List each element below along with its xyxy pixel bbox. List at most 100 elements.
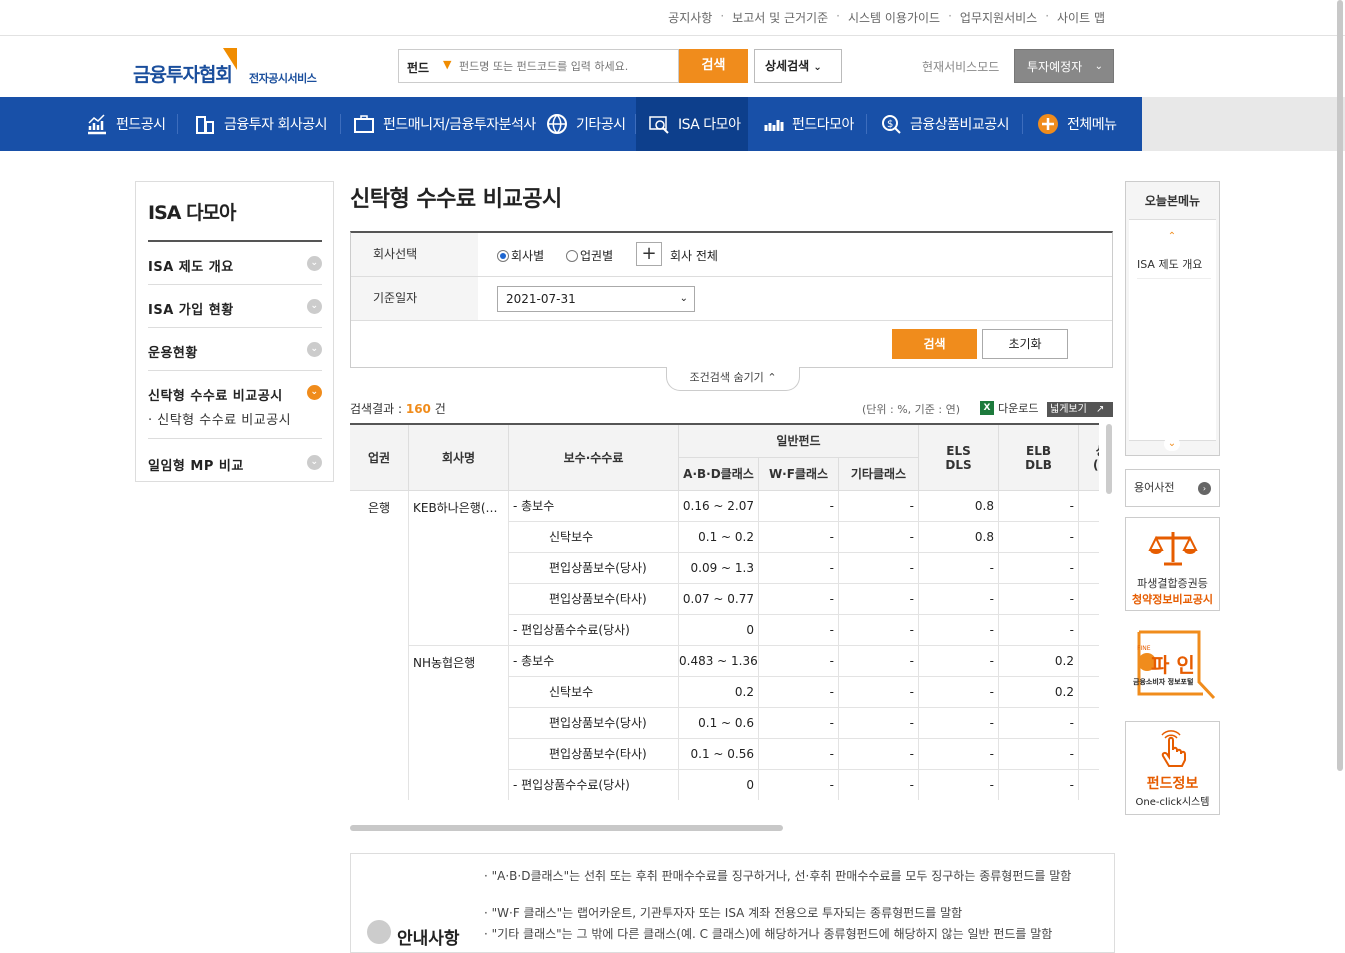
chevron-down-icon: ⌄ — [307, 299, 322, 314]
recent-menu-item[interactable]: ISA 제도 개요 — [1137, 256, 1211, 279]
chevron-down-icon: ⌄ — [679, 293, 688, 304]
cell-value-els: - — [919, 615, 999, 646]
search-category-select[interactable]: 펀드 — [407, 59, 429, 76]
search-input[interactable] — [459, 56, 674, 76]
cell-value-wf: - — [759, 522, 839, 553]
banner-fine[interactable]: FINE 파 인 금융소비자 정보포털 — [1125, 627, 1220, 707]
cell-value-abd: 0.2 — [679, 677, 759, 708]
cell-value-els: - — [919, 739, 999, 770]
gnb-fund-disclosure[interactable]: 펀드공시 — [86, 97, 166, 151]
date-select[interactable]: 2021-07-31 ⌄ — [497, 286, 695, 312]
banner-fine-tag: FINE — [1137, 645, 1151, 652]
cell-value-other: - — [839, 584, 919, 615]
condition-search-button[interactable]: 검색 — [892, 329, 977, 359]
search-box: 펀드 ▼ — [398, 49, 679, 83]
lnb-item-isa-overview[interactable]: ISA 제도 개요 ⌄ — [148, 242, 322, 285]
banner-derivatives[interactable]: 파생결합증권등 청약정보비교공시 — [1125, 517, 1220, 611]
util-link-support[interactable]: 업무지원서비스 — [952, 9, 1045, 26]
lnb-item-label: 운용현황 — [148, 346, 198, 361]
result-count: 검색결과 : 160 건 — [350, 400, 446, 417]
dictionary-link[interactable]: 용어사전 › — [1125, 469, 1220, 507]
coin-search-icon: $ — [882, 115, 901, 134]
header-general-fund: 일반펀드 — [679, 425, 919, 458]
building-icon — [196, 116, 214, 134]
chevron-up-icon: ⌃ — [767, 371, 777, 384]
lnb-item-mp-compare[interactable]: 일임형 MP 비교 ⌄ — [148, 441, 322, 484]
download-button[interactable]: X 다운로드 — [980, 400, 1038, 416]
radio-unchecked-icon — [566, 249, 578, 262]
gnb-fund-manager[interactable]: 펀드매니저/금융투자분석사 — [353, 97, 536, 151]
result-number: 160 — [405, 402, 431, 416]
gnb-fund-damoa[interactable]: 펀드다모아 — [762, 97, 854, 151]
add-company-button[interactable]: + — [636, 242, 662, 266]
header-sector: 업권 — [350, 425, 409, 491]
gnb-label: 전체메뉴 — [1067, 117, 1117, 133]
cell-value-elb: 0.2 — [999, 646, 1079, 677]
fold-conditions-toggle[interactable]: 조건검색 숨기기 ⌃ — [666, 367, 800, 391]
cell-value-other: - — [839, 615, 919, 646]
cell-value-els: - — [919, 708, 999, 739]
cell-value-extra — [1079, 522, 1099, 553]
table-horizontal-scrollbar[interactable] — [350, 825, 783, 831]
gnb-label: ISA 다모아 — [678, 117, 741, 133]
info-icon — [367, 920, 391, 944]
cell-value-extra — [1079, 677, 1099, 708]
cell-value-abd: 0 — [679, 770, 759, 800]
cell-value-abd: 0.1 ~ 0.2 — [679, 522, 759, 553]
gnb-company-disclosure[interactable]: 금융투자 회사공시 — [194, 97, 328, 151]
cell-company: NH농협은행 — [409, 646, 509, 800]
lnb-item-trust-fee[interactable]: 신탁형 수수료 비교공시 ⌄ — [148, 371, 322, 439]
lnb-subitem-trust-fee[interactable]: · 신탁형 수수료 비교공시 — [148, 409, 291, 428]
banner-fine-sub: 금융소비자 정보포털 — [1133, 678, 1194, 686]
chart-icon — [88, 114, 106, 135]
cell-fee-type: - 편입상품수수료(당사) — [509, 770, 679, 800]
util-link-sitemap[interactable]: 사이트 맵 — [1049, 9, 1113, 26]
lnb-item-label: 신탁형 수수료 비교공시 — [148, 389, 283, 404]
gnb-all-menu[interactable]: 전체메뉴 — [1037, 97, 1117, 151]
cell-fee-type: - 총보수 — [509, 491, 679, 522]
lnb-item-isa-subscription[interactable]: ISA 가입 현황 ⌄ — [148, 285, 322, 328]
header-other: 기타클래스 — [839, 458, 919, 491]
header-fee: 보수·수수료 — [509, 425, 679, 491]
cell-value-wf: - — [759, 677, 839, 708]
page-vertical-scrollbar[interactable] — [1337, 0, 1343, 771]
scroll-down-icon[interactable]: ⌄ — [1164, 437, 1180, 451]
cell-value-extra — [1079, 739, 1099, 770]
banner-fund-info[interactable]: 펀드정보 One-click시스템 — [1125, 721, 1220, 815]
recent-menu-panel: 오늘본메뉴 ISA 제도 개요 ⌃ ⌄ — [1125, 181, 1220, 456]
cell-value-abd: 0.07 ~ 0.77 — [679, 584, 759, 615]
gnb-isa-damoa[interactable]: ISA 다모아 — [636, 97, 748, 151]
chevron-down-icon: ⌄ — [1094, 61, 1103, 72]
cell-fee-type: 편입상품보수(타사) — [509, 584, 679, 615]
util-link-reports[interactable]: 보고서 및 근거기준 — [724, 9, 836, 26]
cell-value-els: - — [919, 770, 999, 800]
cell-value-other: - — [839, 708, 919, 739]
notice-line: · "W·F 클래스"는 랩어카운트, 기관투자자 또는 ISA 계좌 전용으로… — [484, 906, 963, 920]
cell-value-wf: - — [759, 646, 839, 677]
util-link-guide[interactable]: 시스템 이용가이드 — [840, 9, 948, 26]
table-vertical-scrollbar[interactable] — [1106, 424, 1112, 494]
site-logo[interactable]: 금융투자협회 전자공시서비스 — [133, 48, 323, 86]
advanced-search-button[interactable]: 상세검색 ⌄ — [754, 49, 842, 83]
cell-value-extra — [1079, 491, 1099, 522]
scroll-up-icon[interactable]: ⌃ — [1164, 230, 1180, 244]
gnb-product-compare[interactable]: $ 금융상품비교공시 — [880, 97, 1010, 151]
notice-title: 안내사항 — [397, 929, 460, 949]
search-doc-icon — [649, 116, 669, 134]
cell-value-abd: 0.16 ~ 2.07 — [679, 491, 759, 522]
cell-value-abd: 0 — [679, 615, 759, 646]
gnb-other-disclosure[interactable]: 기타공시 — [546, 97, 626, 151]
notice-line: · "A·B·D클래스"는 선취 또는 후취 판매수수료를 징구하거나, 선·후… — [484, 869, 1072, 883]
cell-value-elb: - — [999, 553, 1079, 584]
wide-view-button[interactable]: 넓게보기 ↗ — [1047, 402, 1113, 417]
gnb-label: 펀드다모아 — [792, 117, 854, 133]
reset-button[interactable]: 초기화 — [982, 329, 1068, 359]
chevron-down-icon: ⌄ — [307, 256, 322, 271]
util-link-notice[interactable]: 공지사항 — [660, 9, 720, 26]
lnb-item-operation[interactable]: 운용현황 ⌄ — [148, 328, 322, 371]
cell-fee-type: 편입상품보수(타사) — [509, 739, 679, 770]
radio-by-sector[interactable]: 업권별 — [566, 247, 613, 264]
radio-by-company[interactable]: 회사별 — [497, 247, 544, 264]
service-mode-select[interactable]: 투자예정자 ⌄ — [1014, 49, 1114, 83]
search-button[interactable]: 검색 — [679, 49, 748, 83]
